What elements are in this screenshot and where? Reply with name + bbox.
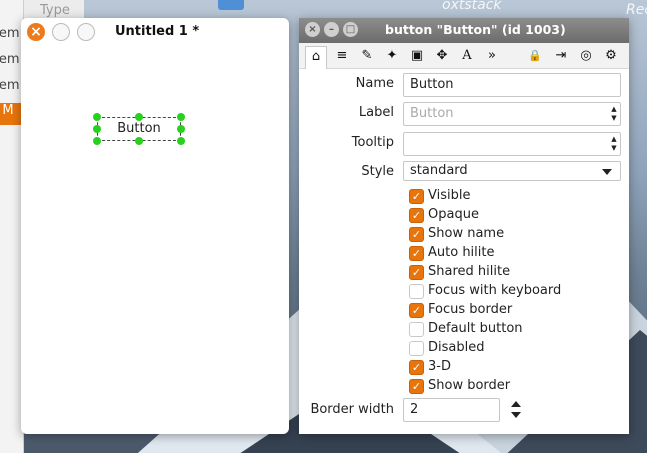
maximize-icon[interactable]: □ [343, 22, 358, 37]
tooltip-label: Tooltip [351, 135, 394, 150]
name-label: Name [355, 76, 394, 91]
image-icon[interactable]: ▣ [406, 46, 428, 66]
label-field-spin-up[interactable]: ▲ [610, 105, 618, 114]
resize-handle-top-left[interactable] [93, 113, 101, 121]
resize-handle-bottom-left[interactable] [93, 137, 101, 145]
resize-handle-top[interactable] [135, 113, 143, 121]
inspector-titlebar[interactable]: × – □ button "Button" (id 1003) [299, 18, 629, 43]
sign-in-icon[interactable]: ⇥ [550, 46, 572, 66]
pencil-icon[interactable]: ✎ [356, 46, 378, 66]
label-field-spin-down[interactable]: ▼ [610, 114, 618, 123]
desktop-label: oxtstack [442, 0, 502, 13]
resize-handle-top-right[interactable] [177, 113, 185, 121]
resize-handle-left[interactable] [93, 125, 101, 133]
checkbox-label: Default button [428, 321, 523, 336]
checkbox-box[interactable]: ✓ [409, 360, 424, 375]
minimize-window-button[interactable] [52, 23, 70, 41]
checkbox-box[interactable]: ✓ [409, 227, 424, 242]
checkbox-box[interactable]: ✓ [409, 246, 424, 261]
checkbox-label: Shared hilite [428, 264, 511, 279]
label-field[interactable]: Button ▲ ▼ [403, 102, 621, 126]
home-icon[interactable]: ⌂ [305, 46, 327, 69]
stack-window: × Untitled 1 * Button [21, 18, 289, 434]
label-field-placeholder: Button [410, 106, 454, 121]
resize-handle-bottom[interactable] [135, 137, 143, 145]
lock-icon[interactable]: 🔒 [524, 46, 546, 66]
checkbox-label: Auto hilite [428, 245, 495, 260]
close-window-button[interactable]: × [27, 23, 45, 41]
checkbox-box[interactable] [409, 284, 424, 299]
move-icon[interactable]: ✥ [431, 46, 453, 66]
resize-handle-right[interactable] [177, 125, 185, 133]
text-icon[interactable]: A [456, 46, 478, 66]
name-field[interactable]: Button [403, 73, 621, 97]
style-label: Style [361, 164, 394, 179]
property-inspector: × – □ button "Button" (id 1003) ⌂ ≡ ✎ ✦ … [299, 18, 629, 434]
checkbox-label: Focus with keyboard [428, 283, 562, 298]
checkbox-box[interactable]: ✓ [409, 379, 424, 394]
checkbox-box[interactable]: ✓ [409, 208, 424, 223]
inspector-title: button "Button" (id 1003) [385, 22, 566, 37]
resize-handle-bottom-right[interactable] [177, 137, 185, 145]
stepper-down-icon[interactable] [511, 412, 521, 418]
tooltip-field-spin-down[interactable]: ▼ [610, 144, 618, 153]
checkbox-label: Show border [428, 378, 511, 393]
checkbox-label: Opaque [428, 207, 479, 222]
style-select-value: standard [410, 163, 468, 178]
label-label: Label [358, 105, 394, 120]
stepper-up-icon[interactable] [511, 401, 521, 407]
checkbox-label: Focus border [428, 302, 513, 317]
chevron-double-right-icon[interactable]: » [481, 46, 503, 66]
maximize-window-button[interactable] [77, 23, 95, 41]
border-width-stepper[interactable] [510, 399, 522, 421]
checkbox-box[interactable]: ✓ [409, 265, 424, 280]
tooltip-field[interactable]: ▲ ▼ [403, 132, 621, 156]
target-icon[interactable]: ◎ [575, 46, 597, 66]
checkbox-label: Show name [428, 226, 505, 241]
magic-wand-icon[interactable]: ✦ [381, 46, 403, 66]
border-width-field[interactable]: 2 [403, 398, 500, 422]
border-width-label: Border width [310, 402, 394, 417]
desktop-folder-icon[interactable] [218, 0, 244, 10]
gear-icon[interactable]: ⚙ [600, 46, 622, 66]
chevron-down-icon [602, 169, 612, 175]
inspector-toolbar: ⌂ ≡ ✎ ✦ ▣ ✥ A » 🔒 ⇥ ◎ ⚙ [299, 43, 629, 69]
stack-titlebar[interactable]: × Untitled 1 * [21, 18, 289, 46]
checkbox-label: 3-D [428, 359, 451, 374]
checkbox-box[interactable] [409, 322, 424, 337]
style-select[interactable]: standard [403, 161, 621, 181]
close-icon[interactable]: × [305, 22, 320, 37]
tooltip-field-spin-up[interactable]: ▲ [610, 135, 618, 144]
checkbox-box[interactable] [409, 341, 424, 356]
checkbox-box[interactable]: ✓ [409, 303, 424, 318]
checkbox-label: Visible [428, 188, 471, 203]
database-icon[interactable]: ≡ [331, 46, 353, 66]
checkbox-box[interactable]: ✓ [409, 189, 424, 204]
minimize-icon[interactable]: – [324, 22, 339, 37]
desktop-label-right: Rec [626, 2, 647, 18]
stack-title: Untitled 1 * [115, 24, 200, 39]
checkbox-label: Disabled [428, 340, 485, 355]
